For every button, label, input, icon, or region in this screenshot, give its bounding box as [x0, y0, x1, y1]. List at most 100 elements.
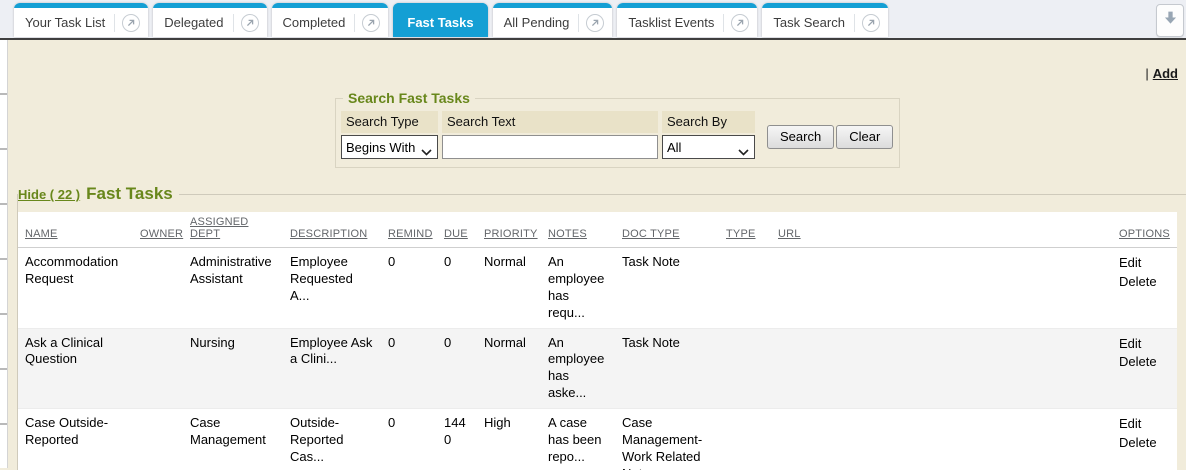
cell-name: Case Outside-Reported [18, 409, 133, 470]
cell-options: EditDelete [1112, 409, 1177, 470]
delete-link[interactable]: Delete [1119, 353, 1170, 372]
section-title: Fast Tasks [86, 184, 173, 204]
tab-divider [578, 14, 579, 32]
tab-tasklist-events[interactable]: Tasklist Events [617, 3, 757, 37]
table-row: Case Outside-ReportedCase ManagementOuts… [18, 409, 1177, 470]
app-window: Your Task List Delegated Completed Fast Tas… [0, 0, 1186, 470]
open-in-window-icon[interactable] [362, 14, 380, 32]
cell-due: 0 [437, 328, 477, 409]
cell-notes: An employee has aske... [541, 328, 615, 409]
cell-notes: A case has been repo... [541, 409, 615, 470]
cell-name: Ask a Clinical Question [18, 328, 133, 409]
search-by-select[interactable]: All [662, 135, 755, 159]
tab-label: Fast Tasks [407, 15, 473, 30]
tab-divider [114, 14, 115, 32]
table-header-row: NAMEOWNERASSIGNED DEPTDESCRIPTIONREMINDD… [18, 212, 1177, 248]
cell-doc-type: Task Note [615, 328, 719, 409]
search-type-select[interactable]: Begins With [341, 135, 438, 159]
column-header-notes[interactable]: NOTES [541, 212, 615, 248]
cell-options: EditDelete [1112, 328, 1177, 409]
column-header-type[interactable]: TYPE [719, 212, 771, 248]
tab-all-pending[interactable]: All Pending [493, 3, 613, 37]
search-text-label: Search Text [442, 111, 658, 133]
add-link[interactable]: Add [1153, 66, 1178, 81]
tab-label: Delegated [164, 15, 223, 30]
tab-label: Your Task List [25, 15, 105, 30]
tab-completed[interactable]: Completed [272, 3, 389, 37]
down-arrow-icon [1163, 10, 1178, 31]
column-header-remind[interactable]: REMIND [381, 212, 437, 248]
column-header-assigned-dept[interactable]: ASSIGNED DEPT [183, 212, 283, 248]
tab-divider [854, 14, 855, 32]
fast-tasks-table: NAMEOWNERASSIGNED DEPTDESCRIPTIONREMINDD… [18, 212, 1177, 470]
tab-delegated[interactable]: Delegated [153, 3, 266, 37]
column-header-url[interactable]: URL [771, 212, 1112, 248]
chevron-down-icon [421, 144, 432, 159]
search-type-label: Search Type [341, 111, 438, 133]
column-header-due[interactable]: DUE [437, 212, 477, 248]
cell-owner [133, 409, 183, 470]
open-in-window-icon[interactable] [862, 14, 880, 32]
add-line: | Add [17, 40, 1186, 84]
tab-divider [723, 14, 724, 32]
cell-remind: 0 [381, 328, 437, 409]
search-text-input[interactable] [442, 135, 658, 159]
tab-bar: Your Task List Delegated Completed Fast Tas… [0, 0, 1186, 40]
column-header-options[interactable]: OPTIONS [1112, 212, 1177, 248]
open-in-window-icon[interactable] [586, 14, 604, 32]
cell-priority: Normal [477, 328, 541, 409]
cell-type [719, 409, 771, 470]
cell-url [771, 248, 1112, 329]
open-in-window-icon[interactable] [241, 14, 259, 32]
column-header-owner[interactable]: OWNER [133, 212, 183, 248]
cell-doc-type: Case Management-Work Related Note [615, 409, 719, 470]
tab-your-task-list[interactable]: Your Task List [14, 3, 148, 37]
open-in-window-icon[interactable] [122, 14, 140, 32]
tab-divider [233, 14, 234, 32]
cell-owner [133, 328, 183, 409]
fast-tasks-section: Hide ( 22 ) Fast Tasks NAMEOWNERASSIGNED… [17, 184, 1186, 470]
cell-assigned-dept: Case Management [183, 409, 283, 470]
clear-button[interactable]: Clear [836, 125, 893, 149]
cell-url [771, 409, 1112, 470]
search-panel: Search Fast Tasks Search Type Begins Wit… [335, 90, 900, 168]
cell-assigned-dept: Nursing [183, 328, 283, 409]
cell-options: EditDelete [1112, 248, 1177, 329]
cell-type [719, 248, 771, 329]
tab-task-search[interactable]: Task Search [762, 3, 888, 37]
edit-link[interactable]: Edit [1119, 335, 1170, 354]
cell-name: Accommodation Request [18, 248, 133, 329]
tab-fast-tasks[interactable]: Fast Tasks [393, 3, 487, 37]
cell-priority: Normal [477, 248, 541, 329]
hide-count-link[interactable]: Hide ( 22 ) [18, 187, 80, 202]
cell-due: 1440 [437, 409, 477, 470]
column-header-description[interactable]: DESCRIPTION [283, 212, 381, 248]
open-in-window-icon[interactable] [731, 14, 749, 32]
delete-link[interactable]: Delete [1119, 273, 1170, 292]
main-area: | Add Search Fast Tasks Search Type Begin… [8, 40, 1186, 468]
cell-description: Employee Ask a Clini... [283, 328, 381, 409]
cell-owner [133, 248, 183, 329]
tab-label: Tasklist Events [628, 15, 714, 30]
tab-scroll-down-button[interactable] [1156, 4, 1184, 37]
tab-label: Completed [283, 15, 346, 30]
column-header-doc-type[interactable]: DOC TYPE [615, 212, 719, 248]
search-button[interactable]: Search [767, 125, 834, 149]
cell-remind: 0 [381, 409, 437, 470]
edit-link[interactable]: Edit [1119, 254, 1170, 273]
panel-resize-gutter[interactable] [0, 40, 8, 468]
cell-url [771, 328, 1112, 409]
cell-assigned-dept: Administrative Assistant [183, 248, 283, 329]
column-header-name[interactable]: NAME [18, 212, 133, 248]
cell-remind: 0 [381, 248, 437, 329]
add-separator: | [1145, 66, 1148, 81]
tab-divider [354, 14, 355, 32]
edit-link[interactable]: Edit [1119, 415, 1170, 434]
cell-priority: High [477, 409, 541, 470]
delete-link[interactable]: Delete [1119, 434, 1170, 453]
search-panel-title: Search Fast Tasks [343, 90, 475, 106]
cell-doc-type: Task Note [615, 248, 719, 329]
tab-label: All Pending [504, 15, 570, 30]
column-header-priority[interactable]: PRIORITY [477, 212, 541, 248]
cell-notes: An employee has requ... [541, 248, 615, 329]
